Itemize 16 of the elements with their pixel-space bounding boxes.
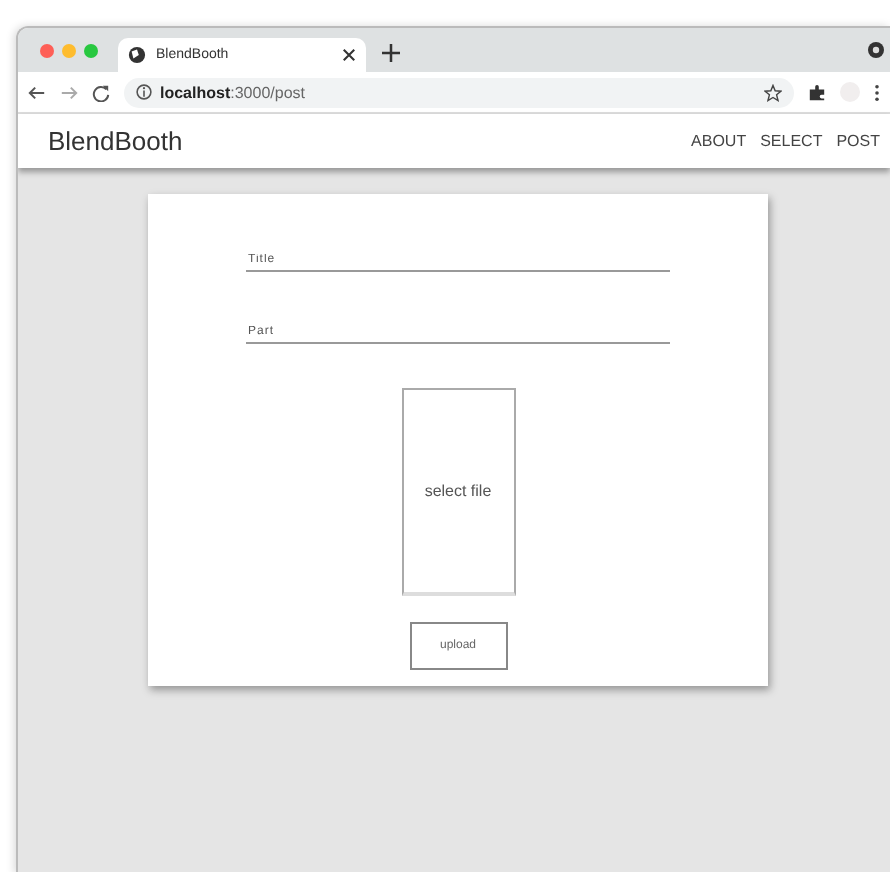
nav-link[interactable]: SELECT: [760, 132, 823, 150]
brand-title[interactable]: BlendBooth: [48, 126, 183, 156]
close-icon[interactable]: [342, 48, 356, 62]
profile-icon[interactable]: [868, 42, 884, 58]
globe-icon: [128, 46, 146, 64]
address-bar[interactable]: localhost:3000/post: [124, 77, 794, 107]
nav-link[interactable]: POST: [836, 132, 880, 150]
file-select-area[interactable]: select file: [401, 388, 515, 596]
star-icon[interactable]: [764, 83, 782, 101]
new-tab-icon[interactable]: [382, 44, 400, 62]
puzzle-icon[interactable]: [808, 83, 826, 101]
info-icon: [136, 84, 152, 100]
menu-icon[interactable]: [874, 83, 880, 101]
nav-link[interactable]: ABOUT: [691, 132, 747, 150]
back-icon[interactable]: [28, 83, 46, 101]
reload-icon[interactable]: [92, 83, 110, 101]
